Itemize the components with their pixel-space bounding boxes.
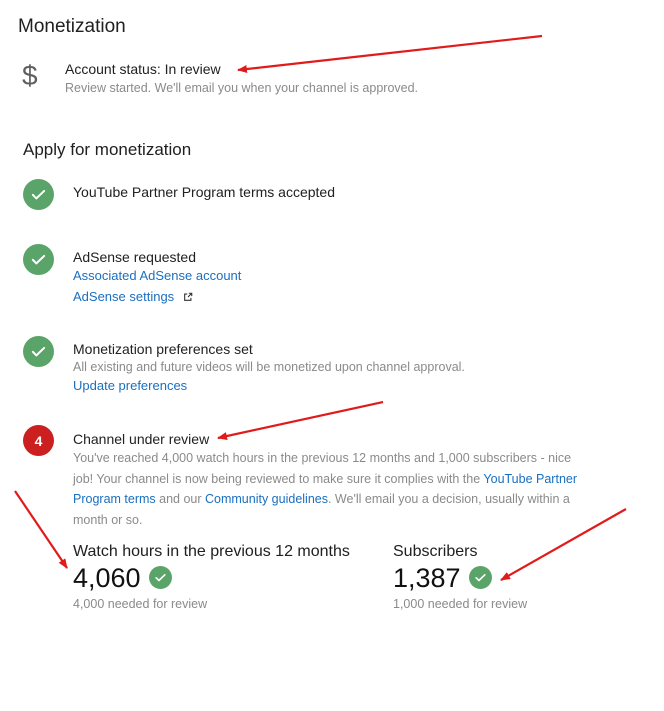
step-preferences-title: Monetization preferences set: [73, 341, 253, 357]
check-circle-icon: [23, 244, 54, 275]
update-preferences-link[interactable]: Update preferences: [73, 378, 187, 393]
account-status-title: Account status: In review: [65, 61, 221, 77]
account-status-subtitle: Review started. We'll email you when you…: [65, 81, 419, 95]
check-circle-icon: [469, 566, 492, 589]
arrow-account-status: [237, 34, 543, 73]
arrow-watch-hours: [14, 490, 68, 569]
associated-adsense-link[interactable]: Associated AdSense account: [73, 268, 241, 283]
watch-hours-label: Watch hours in the previous 12 months: [73, 543, 350, 560]
adsense-settings-link[interactable]: AdSense settings: [73, 289, 174, 304]
check-circle-icon: [149, 566, 172, 589]
subscribers-note: 1,000 needed for review: [393, 597, 528, 611]
step-number-icon: 4: [23, 425, 54, 456]
community-guidelines-link[interactable]: Community guidelines: [205, 492, 328, 506]
step-review-title: Channel under review: [73, 431, 210, 447]
subscribers-value: 1,387: [393, 563, 461, 593]
subscribers-label: Subscribers: [393, 543, 478, 560]
page-title: Monetization: [18, 16, 126, 37]
apply-section-title: Apply for monetization: [23, 140, 192, 159]
check-circle-icon: [23, 336, 54, 367]
watch-hours-value: 4,060: [73, 563, 141, 593]
step-review-desc: You've reached 4,000 watch hours in the …: [73, 448, 593, 530]
check-circle-icon: [23, 179, 54, 210]
step-terms-title: YouTube Partner Program terms accepted: [73, 184, 335, 200]
external-link-icon: [183, 289, 193, 307]
adsense-settings-row[interactable]: AdSense settings: [73, 288, 193, 307]
step-adsense-title: AdSense requested: [73, 249, 196, 265]
dollar-icon: $: [22, 60, 38, 91]
step-preferences-desc: All existing and future videos will be m…: [73, 360, 465, 374]
watch-hours-note: 4,000 needed for review: [73, 597, 208, 611]
review-desc-text-2: and our: [155, 492, 205, 506]
arrow-channel-review: [217, 400, 384, 440]
